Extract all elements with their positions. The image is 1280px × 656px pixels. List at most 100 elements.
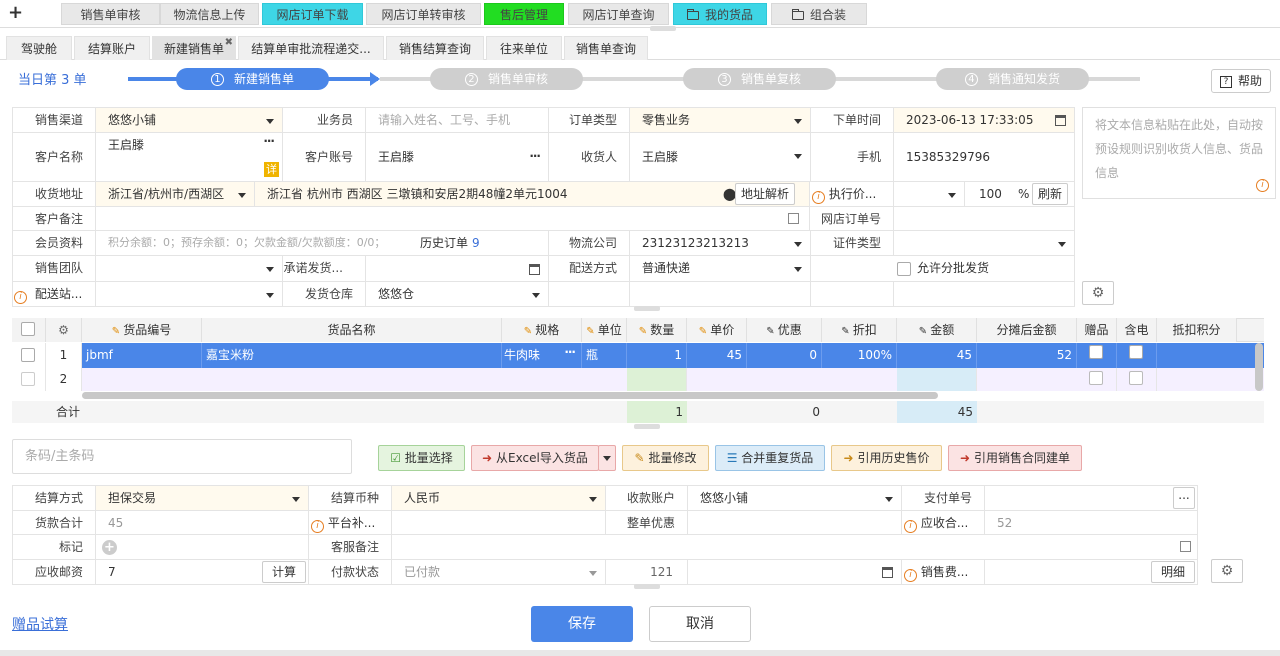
col-goods-code[interactable]: ✎ 货品编号 xyxy=(82,318,202,342)
parse-address-button[interactable]: 地址解析 xyxy=(735,183,795,205)
barcode-input[interactable]: 条码/主条码 xyxy=(12,439,352,474)
save-button[interactable]: 保存 xyxy=(531,606,633,642)
settle-method-select[interactable]: 担保交易 xyxy=(95,485,309,511)
more-icon[interactable]: ··· xyxy=(564,343,576,365)
more-icon[interactable]: ··· xyxy=(263,133,275,153)
close-icon[interactable]: ✖ xyxy=(225,31,233,55)
station-select[interactable] xyxy=(95,281,283,307)
promise-ship-picker[interactable] xyxy=(365,255,549,282)
subsidy-input[interactable] xyxy=(391,510,606,535)
col-spec[interactable]: ✎ 规格 xyxy=(502,318,582,342)
col-unit[interactable]: ✎ 单位 xyxy=(582,318,627,342)
history-price-button[interactable]: ➜ 引用历史售价 xyxy=(831,445,942,471)
history-order-link[interactable]: 9 xyxy=(472,231,480,255)
collapse-handle[interactable] xyxy=(634,306,660,311)
cell-amount[interactable]: 45 xyxy=(897,343,977,368)
tab-partners[interactable]: 往来单位 xyxy=(486,36,562,60)
fee-detail-button[interactable]: 明细 xyxy=(1151,561,1195,583)
account-input[interactable]: 王启滕 ··· xyxy=(365,132,549,182)
detail-badge[interactable]: 详 xyxy=(264,162,279,177)
address-detail-input[interactable]: 浙江省 杭州市 西湖区 三墩镇和安居2期48幢2单元1004 ⬤ 地址解析 xyxy=(254,181,810,207)
calendar-icon[interactable] xyxy=(882,567,893,578)
cell-amount[interactable] xyxy=(897,368,977,391)
sales-team-select[interactable] xyxy=(95,255,283,282)
pay-time-picker[interactable] xyxy=(687,559,902,585)
calendar-icon[interactable] xyxy=(529,264,540,275)
customer-remark-input[interactable] xyxy=(95,206,810,231)
cell-price[interactable]: 45 xyxy=(687,343,747,368)
tab-new-sales-order[interactable]: 新建销售单 ✖ xyxy=(152,36,236,60)
edit-icon[interactable] xyxy=(788,213,799,224)
gift-calc-link[interactable]: 赠品试算 xyxy=(12,614,68,634)
gift-checkbox[interactable] xyxy=(1089,371,1103,385)
gift-checkbox[interactable] xyxy=(1089,345,1103,359)
add-icon[interactable]: + xyxy=(8,2,23,24)
logistics-select[interactable]: 23123123213213 xyxy=(629,230,811,256)
top-tab-logistics-upload[interactable]: 物流信息上传 xyxy=(160,3,259,25)
top-tab-shop-order-query[interactable]: 网店订单查询 xyxy=(568,3,669,25)
row-checkbox[interactable] xyxy=(21,372,35,386)
exec-price-select[interactable] xyxy=(893,181,965,207)
col-qty[interactable]: ✎ 数量 xyxy=(627,318,687,342)
contract-order-button[interactable]: ➜ 引用销售合同建单 xyxy=(948,445,1082,471)
col-discount-rate[interactable]: ✎ 折扣 xyxy=(822,318,897,342)
salesman-input[interactable]: 请输入姓名、工号、手机 xyxy=(365,107,549,133)
pay-status-select[interactable]: 已付款 xyxy=(391,559,606,585)
channel-select[interactable]: 悠悠小铺 xyxy=(95,107,283,133)
refresh-button[interactable]: 刷新 xyxy=(1032,183,1068,205)
more-icon[interactable]: ··· xyxy=(529,133,541,180)
top-tab-sales-review[interactable]: 销售单审核 xyxy=(61,3,160,25)
cell-goods-name[interactable]: 嘉宝米粉 xyxy=(202,343,502,368)
receive-account-select[interactable]: 悠悠小铺 xyxy=(687,485,902,511)
paste-recognition-box[interactable]: 将文本信息粘贴在此处，自动按预设规则识别收货人信息、货品信息 i xyxy=(1082,107,1276,199)
select-all-checkbox[interactable] xyxy=(21,322,35,336)
split-ship-checkbox[interactable] xyxy=(897,262,911,276)
tab-approval-flow[interactable]: 结算单审批流程递交... xyxy=(238,36,384,60)
import-dropdown-button[interactable] xyxy=(598,445,616,471)
top-tab-shop-order-download[interactable]: 网店订单下载 xyxy=(262,3,363,25)
pay-amount[interactable]: 121 xyxy=(605,559,688,585)
top-tab-after-sales[interactable]: 售后管理 xyxy=(484,3,564,25)
delivery-select[interactable]: 普通快递 xyxy=(629,255,811,282)
grid-settings-icon[interactable]: ⚙ xyxy=(46,318,82,342)
cell-discount-amount[interactable]: 0 xyxy=(747,343,822,368)
cancel-button[interactable]: 取消 xyxy=(649,606,751,642)
help-button[interactable]: ? 帮助 xyxy=(1211,69,1271,93)
cell-discount-rate[interactable]: 100% xyxy=(822,343,897,368)
settle-settings-button[interactable]: ⚙ xyxy=(1211,559,1243,583)
col-goods-name[interactable]: 货品名称 xyxy=(202,318,502,342)
tab-sales-query[interactable]: 销售单查询 xyxy=(564,36,648,60)
edit-icon[interactable] xyxy=(1180,541,1191,552)
col-amount[interactable]: ✎ 金额 xyxy=(897,318,977,342)
batch-select-button[interactable]: ☑ 批量选择 xyxy=(378,445,465,471)
collapse-handle[interactable] xyxy=(650,26,676,31)
top-tab-my-goods[interactable]: 我的货品 xyxy=(673,3,767,25)
col-discount-amount[interactable]: ✎ 优惠 xyxy=(747,318,822,342)
warehouse-select[interactable]: 悠悠仓 xyxy=(365,281,549,307)
cell-qty[interactable] xyxy=(627,368,687,391)
order-type-select[interactable]: 零售业务 xyxy=(629,107,811,133)
tab-settle-query[interactable]: 销售结算查询 xyxy=(386,36,484,60)
top-tab-shop-order-review[interactable]: 网店订单转审核 xyxy=(366,3,481,25)
sales-fee-input[interactable]: 明细 xyxy=(984,559,1198,585)
add-mark-icon[interactable]: + xyxy=(102,540,117,555)
pay-no-input[interactable]: ... xyxy=(984,485,1198,511)
battery-checkbox[interactable] xyxy=(1129,345,1143,359)
calendar-icon[interactable] xyxy=(1055,115,1066,126)
form-settings-button[interactable]: ⚙ xyxy=(1082,281,1114,305)
region-select[interactable]: 浙江省/杭州市/西湖区 xyxy=(95,181,255,207)
cell-unit[interactable]: 瓶 xyxy=(582,343,627,368)
col-battery[interactable]: 含电 xyxy=(1117,318,1157,342)
col-points[interactable]: 抵扣积分 xyxy=(1157,318,1237,342)
cell-qty[interactable]: 1 xyxy=(627,343,687,368)
discount-input[interactable]: 100% 刷新 xyxy=(964,181,1075,207)
postage-input[interactable]: 7 计算 xyxy=(95,559,309,585)
cs-remark-input[interactable] xyxy=(391,534,1198,560)
row-checkbox[interactable] xyxy=(21,348,35,362)
cell-spec[interactable]: 牛肉味 ··· xyxy=(502,343,582,368)
shop-order-no-input[interactable] xyxy=(893,206,1075,231)
cert-type-select[interactable] xyxy=(893,230,1075,256)
order-time-picker[interactable]: 2023-06-13 17:33:05 xyxy=(893,107,1075,133)
batch-edit-button[interactable]: ✎ 批量修改 xyxy=(622,445,709,471)
merge-duplicates-button[interactable]: ☰ 合并重复货品 xyxy=(715,445,825,471)
